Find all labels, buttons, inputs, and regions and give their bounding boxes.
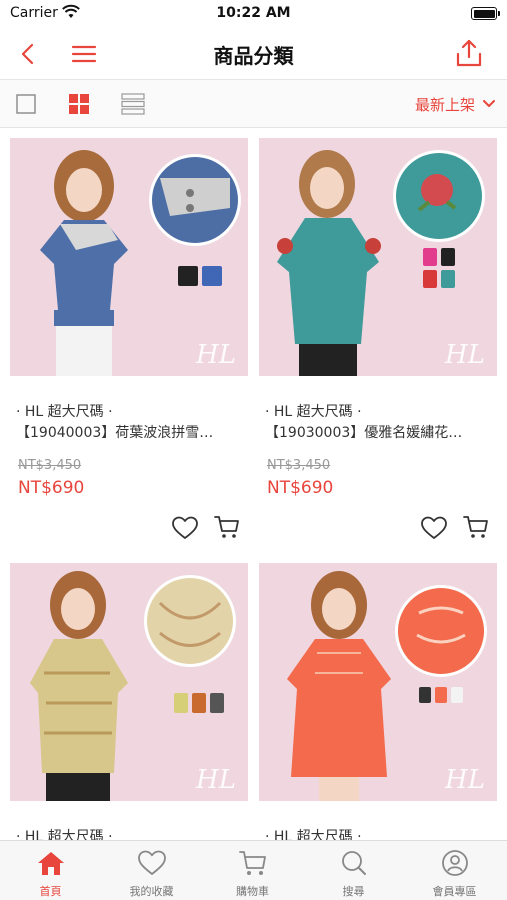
chevron-down-icon [483,100,495,107]
status-time: 10:22 AM [216,5,291,21]
product-title-line2: 【19040003】荷葉波浪拼雪… [16,425,214,441]
product-image[interactable]: HL [10,563,248,801]
original-price: NT$3,450 [18,458,82,473]
heart-icon[interactable] [421,516,447,540]
brand-watermark: HL [196,340,236,370]
product-title-line1: · HL 超大尺碼 · [16,404,113,420]
add-to-cart-icon[interactable] [214,514,240,540]
sale-price: NT$690 [267,478,334,498]
product-title[interactable]: · HL 超大尺碼 · [259,827,497,840]
home-icon [38,852,64,875]
sort-dropdown[interactable]: 最新上架 [415,92,495,116]
product-title-line1: · HL 超大尺碼 · [265,404,362,420]
view-toolbar: 最新上架 [0,80,507,128]
tab-label: 會員專區 [432,885,477,898]
tab-label: 我的收藏 [129,885,174,898]
tab-member[interactable]: 會員專區 [404,841,505,900]
heart-icon[interactable] [172,516,198,540]
brand-watermark: HL [445,340,485,370]
original-price: NT$3,450 [267,458,331,473]
sort-label: 最新上架 [414,95,475,114]
status-bar: Carrier 10:22 AM [0,0,507,28]
list-view-icon[interactable] [121,93,145,115]
tab-label: 首頁 [39,885,62,898]
bottom-tab-bar: 首頁 我的收藏 購物車 搜尋 會員專區 [0,840,507,900]
brand-watermark: HL [445,765,485,795]
tab-label: 購物車 [236,885,269,898]
product-image[interactable]: HL [259,563,497,801]
add-to-cart-icon[interactable] [463,514,489,540]
page-title: 商品分類 [213,44,294,68]
product-image[interactable]: HL [10,138,248,376]
navigation-bar: 商品分類 [0,28,507,80]
product-image[interactable]: HL [259,138,497,376]
product-title-line2: 【19030003】優雅名媛繡花… [265,425,463,441]
tab-favorites[interactable]: 我的收藏 [101,841,202,900]
battery-icon [471,7,500,20]
single-view-icon[interactable] [16,94,36,114]
product-title-line1: · HL 超大尺碼 · [265,829,362,840]
product-grid: HL · HL 超大尺碼 · 【19040003】荷葉波浪拼雪… NT$3,45… [0,128,507,840]
search-icon [342,851,366,875]
product-title[interactable]: · HL 超大尺碼 · 【19030003】優雅名媛繡花… [259,402,497,444]
tab-home[interactable]: 首頁 [0,841,101,900]
product-title-line1: · HL 超大尺碼 · [16,829,113,840]
tab-label: 搜尋 [342,885,365,898]
product-title[interactable]: · HL 超大尺碼 · 【19040003】荷葉波浪拼雪… [10,402,248,444]
share-icon[interactable] [455,38,483,68]
product-title[interactable]: · HL 超大尺碼 · [10,827,248,840]
grid-view-icon[interactable] [68,93,90,115]
heart-icon [138,850,166,875]
cart-icon [239,851,266,875]
user-icon [442,850,468,876]
sale-price: NT$690 [18,478,85,498]
tab-cart[interactable]: 購物車 [202,841,303,900]
tab-search[interactable]: 搜尋 [303,841,404,900]
brand-watermark: HL [196,765,236,795]
